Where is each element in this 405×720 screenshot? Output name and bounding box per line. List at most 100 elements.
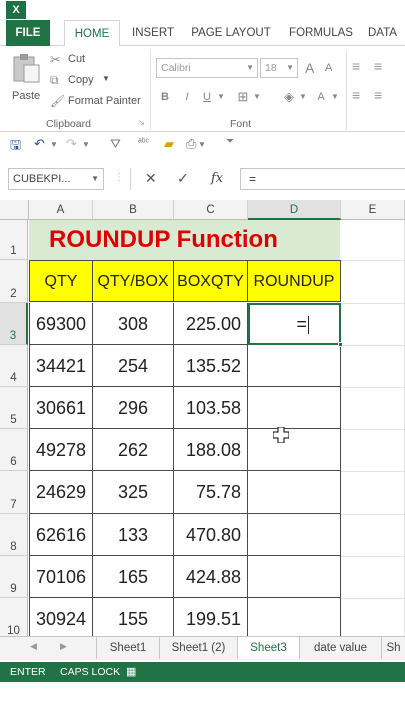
align-top-icon[interactable]: ≡ (352, 58, 360, 74)
header-qty[interactable]: QTY (29, 260, 93, 302)
table-cell[interactable] (248, 345, 341, 387)
cancel-icon[interactable]: ✕ (145, 170, 157, 187)
sheet-tab-sh[interactable]: Sh (382, 637, 405, 659)
table-cell[interactable]: 49278 (29, 429, 93, 471)
underline-button[interactable]: U (200, 88, 214, 106)
table-cell[interactable]: 296 (93, 387, 174, 429)
row-header-6[interactable]: 6 (0, 429, 28, 471)
row-header-4[interactable]: 4 (0, 345, 28, 387)
sheet-tab-sheet1[interactable]: Sheet1 (96, 637, 160, 659)
borders-icon[interactable]: ⊞ (236, 88, 250, 106)
table-cell[interactable]: 225.00 (174, 303, 248, 345)
folder-icon[interactable]: ▰ (164, 136, 174, 152)
table-cell[interactable]: 308 (93, 303, 174, 345)
row-header-8[interactable]: 8 (0, 514, 28, 556)
name-box[interactable]: CUBEKPI... ▼ (8, 168, 104, 190)
formula-input[interactable]: = (240, 168, 405, 190)
active-cell-d3[interactable]: = (248, 303, 341, 345)
enter-icon[interactable]: ✓ (177, 170, 189, 187)
tab-formulas[interactable]: FORMULAS (284, 20, 358, 46)
row-header-3[interactable]: 3 (0, 303, 28, 345)
table-cell[interactable]: 254 (93, 345, 174, 387)
row-header-10[interactable]: 10 (0, 598, 28, 636)
dialog-launcher-icon[interactable]: ↘ (138, 118, 145, 127)
tab-file[interactable]: FILE (6, 20, 50, 46)
table-cell[interactable]: 262 (93, 429, 174, 471)
fill-color-icon[interactable]: ◈ (282, 88, 296, 106)
font-color-button[interactable]: A (314, 88, 328, 106)
table-cell[interactable] (248, 429, 341, 471)
sheet-tab-sheet3[interactable]: Sheet3 (238, 637, 300, 659)
insert-function-button[interactable]: fx (211, 171, 223, 186)
redo-icon[interactable]: ↷ (66, 136, 77, 152)
row-header-9[interactable]: 9 (0, 556, 28, 598)
select-all-corner[interactable] (0, 200, 29, 220)
print-preview-icon[interactable]: ⎙ (186, 136, 196, 152)
tab-insert[interactable]: INSERT (128, 20, 178, 46)
tab-page-layout[interactable]: PAGE LAYOUT (186, 20, 276, 46)
chevron-down-icon[interactable]: ▼ (250, 88, 264, 106)
column-header-a[interactable]: A (29, 200, 93, 220)
chevron-down-icon[interactable]: ▼ (198, 140, 206, 149)
chevron-down-icon[interactable]: ▼ (328, 88, 342, 106)
table-cell[interactable] (248, 514, 341, 556)
row-header-2[interactable]: 2 (0, 260, 28, 303)
table-cell[interactable]: 424.88 (174, 556, 248, 598)
table-cell[interactable] (248, 387, 341, 429)
table-cell[interactable]: 325 (93, 471, 174, 514)
table-cell[interactable]: 199.51 (174, 598, 248, 636)
table-cell[interactable]: 188.08 (174, 429, 248, 471)
tab-home[interactable]: HOME (64, 20, 120, 47)
macro-record-icon[interactable]: ▦ (126, 662, 136, 682)
table-cell[interactable]: 470.80 (174, 514, 248, 556)
chevron-down-icon[interactable]: ▼ (50, 140, 58, 149)
chevron-down-icon[interactable]: ▼ (82, 140, 90, 149)
cut-button[interactable]: ✂ Cut (50, 51, 110, 69)
sheet-tab-date-value[interactable]: date value (300, 637, 382, 659)
row-header-5[interactable]: 5 (0, 387, 28, 429)
align-center-icon[interactable]: ≡ (374, 87, 382, 103)
table-cell[interactable]: 155 (93, 598, 174, 636)
column-header-e[interactable]: E (341, 200, 405, 220)
table-cell[interactable] (248, 556, 341, 598)
table-cell[interactable]: 135.52 (174, 345, 248, 387)
format-painter-button[interactable]: 🖌 Format Painter (50, 93, 145, 111)
row-header-1[interactable]: 1 (0, 220, 28, 260)
sheet-title[interactable]: ROUNDUP Function (29, 220, 340, 260)
font-size-select[interactable]: 18 ▼ (260, 58, 298, 78)
table-cell[interactable]: 69300 (29, 303, 93, 345)
column-header-c[interactable]: C (174, 200, 248, 220)
table-cell[interactable]: 30924 (29, 598, 93, 636)
chevron-down-icon[interactable]: ▼ (214, 88, 228, 106)
table-cell[interactable]: 75.78 (174, 471, 248, 514)
undo-icon[interactable]: ↶ (34, 136, 45, 152)
sheet-tab-sheet1-2[interactable]: Sheet1 (2) (160, 637, 238, 659)
scroll-left-icon[interactable]: ◀ (30, 641, 37, 652)
table-cell[interactable]: 30661 (29, 387, 93, 429)
table-cell[interactable] (248, 471, 341, 514)
header-boxqty[interactable]: BOXQTY (174, 260, 248, 302)
save-icon[interactable]: 🖫 (10, 136, 21, 158)
table-cell[interactable]: 133 (93, 514, 174, 556)
table-cell[interactable]: 34421 (29, 345, 93, 387)
tab-data[interactable]: DATA (368, 20, 405, 46)
table-cell[interactable]: 165 (93, 556, 174, 598)
header-qty-box[interactable]: QTY/BOX (93, 260, 174, 302)
column-header-b[interactable]: B (93, 200, 174, 220)
italic-button[interactable]: I (180, 88, 194, 106)
fill-handle[interactable] (338, 342, 343, 347)
column-header-d[interactable]: D (248, 200, 341, 220)
align-middle-icon[interactable]: ≡ (374, 58, 382, 74)
shrink-font-button[interactable]: A (325, 62, 332, 74)
table-cell[interactable]: 103.58 (174, 387, 248, 429)
customize-toolbar-icon[interactable]: ⏷ (226, 136, 234, 147)
table-cell[interactable]: 62616 (29, 514, 93, 556)
font-name-select[interactable]: Calibri ▼ (156, 58, 258, 78)
filter-icon[interactable]: ⛛ (110, 136, 121, 152)
grow-font-button[interactable]: A (305, 60, 314, 76)
bold-button[interactable]: B (158, 88, 172, 106)
align-left-icon[interactable]: ≡ (352, 87, 360, 103)
copy-button[interactable]: ⧉ Copy ▼ (50, 72, 120, 90)
spelling-icon[interactable]: ᵃᵇᶜ (138, 137, 149, 148)
header-roundup[interactable]: ROUNDUP (248, 260, 341, 302)
